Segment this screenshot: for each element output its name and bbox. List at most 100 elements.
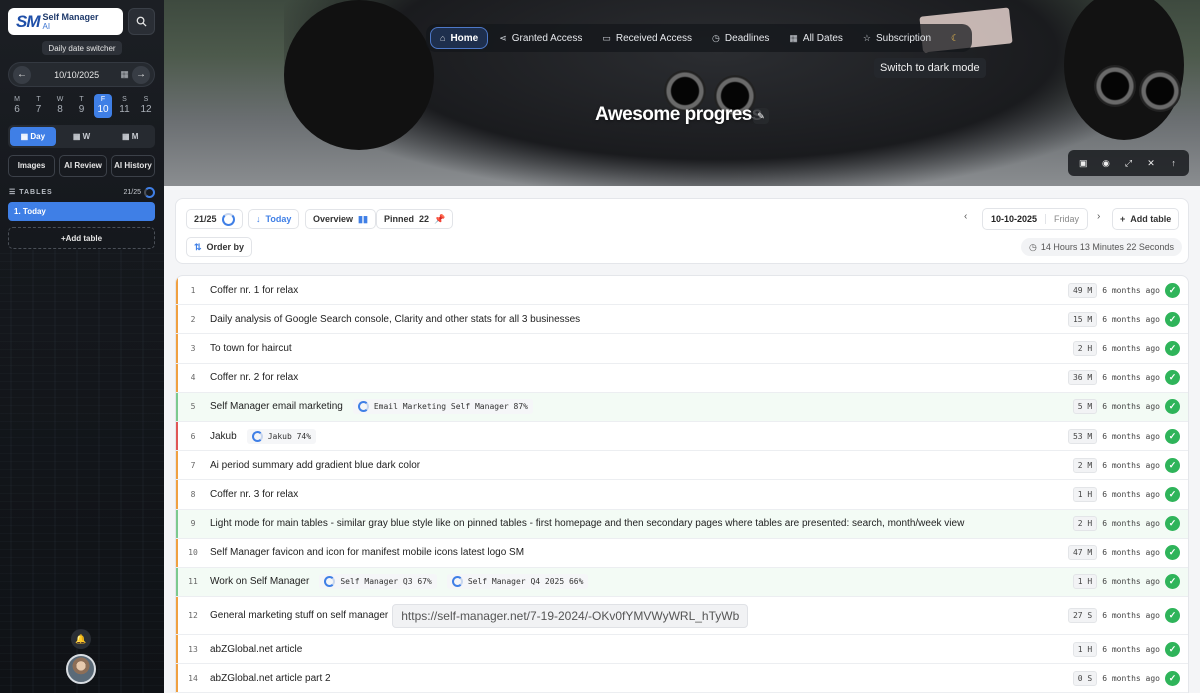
check-icon[interactable]: ✓ — [1165, 428, 1180, 444]
check-icon[interactable]: ✓ — [1165, 457, 1180, 473]
pinned-button[interactable]: Pinned 22 📌 — [376, 209, 454, 229]
table-row[interactable]: 13 abZGlobal.net article 1 H6 months ago… — [176, 635, 1188, 665]
nav-all-dates[interactable]: ▦ All Dates — [780, 27, 852, 49]
weekday-tue[interactable]: T7 — [30, 94, 48, 118]
table-row[interactable]: 10 Self Manager favicon and icon for man… — [176, 538, 1188, 568]
table-row[interactable]: 5 Self Manager email marketing Email Mar… — [176, 392, 1188, 422]
weekday-fri[interactable]: F 10 — [94, 94, 112, 118]
nav-received-access[interactable]: ▭ Received Access — [593, 27, 701, 49]
table-row[interactable]: 1 Coffer nr. 1 for relax 49 M6 months ag… — [176, 276, 1188, 306]
task-text[interactable]: Self Manager email marketing — [210, 401, 343, 412]
table-row[interactable]: 12 General marketing stuff on self manag… — [176, 597, 1188, 636]
check-icon[interactable]: ✓ — [1165, 545, 1180, 561]
check-icon[interactable]: ✓ — [1165, 608, 1180, 624]
add-table-sidebar-button[interactable]: +Add table — [8, 227, 155, 249]
table-row[interactable]: 8 Coffer nr. 3 for relax 1 H6 months ago… — [176, 480, 1188, 510]
table-row[interactable]: 14 abZGlobal.net article part 2 0 S6 mon… — [176, 664, 1188, 693]
weekday-wed[interactable]: W8 — [51, 94, 69, 118]
task-text[interactable]: abZGlobal.net article — [210, 644, 302, 655]
table-row[interactable]: 7 Ai period summary add gradient blue da… — [176, 451, 1188, 481]
task-text[interactable]: To town for haircut — [210, 343, 292, 354]
prev-date-button[interactable]: ‹ — [964, 211, 967, 222]
sort-icon: ⇅ — [194, 241, 202, 252]
image-icon[interactable]: ▣ — [1075, 158, 1091, 169]
exhaust-pipe — [1139, 70, 1181, 112]
today-button[interactable]: ↓ Today — [248, 209, 300, 229]
add-table-button[interactable]: + Add table — [1112, 208, 1180, 230]
task-text[interactable]: Self Manager favicon and icon for manife… — [210, 547, 524, 558]
table-row[interactable]: 4 Coffer nr. 2 for relax 36 M6 months ag… — [176, 363, 1188, 393]
nav-home[interactable]: ⌂ Home — [430, 27, 489, 49]
goal-tag[interactable]: Email Marketing Self Manager 87% — [352, 399, 533, 415]
weekday-sun[interactable]: S 12 — [137, 94, 155, 118]
next-day-button[interactable]: → — [131, 65, 150, 84]
task-count-pill[interactable]: 21/25 — [186, 209, 243, 229]
next-date-button[interactable]: › — [1097, 211, 1100, 222]
goal-tag[interactable]: Self Manager Q3 67% — [319, 574, 437, 590]
view-week-button[interactable]: ▦ W — [59, 127, 105, 146]
nav-deadlines[interactable]: ◷ Deadlines — [703, 27, 778, 49]
search-button[interactable] — [128, 8, 155, 35]
calendar-icon: ▦ — [72, 132, 83, 141]
table-row[interactable]: 3 To town for haircut 2 H6 months ago ✓ — [176, 334, 1188, 364]
moon-icon: ☾ — [951, 32, 960, 43]
task-text[interactable]: Coffer nr. 1 for relax — [210, 285, 298, 296]
task-text[interactable]: Coffer nr. 2 for relax — [210, 372, 298, 383]
task-text[interactable]: Work on Self Manager — [210, 576, 309, 587]
table-row[interactable]: 2 Daily analysis of Google Search consol… — [176, 305, 1188, 335]
ai-history-button[interactable]: AI History — [111, 155, 155, 177]
table-row[interactable]: 9 Light mode for main tables - similar g… — [176, 509, 1188, 539]
check-icon[interactable]: ✓ — [1165, 370, 1180, 386]
check-icon[interactable]: ✓ — [1165, 486, 1180, 502]
check-icon[interactable]: ✓ — [1165, 282, 1180, 298]
task-time-ago: 6 months ago — [1102, 519, 1160, 529]
task-text[interactable]: Daily analysis of Google Search console,… — [210, 314, 580, 325]
task-text[interactable]: Ai period summary add gradient blue dark… — [210, 460, 420, 471]
task-text[interactable]: abZGlobal.net article part 2 — [210, 673, 331, 684]
bell-icon[interactable]: 🔔 — [71, 629, 91, 649]
task-text[interactable]: General marketing stuff on self manager — [210, 610, 388, 621]
images-button[interactable]: Images — [8, 155, 55, 177]
order-by-button[interactable]: ⇅ Order by — [186, 237, 253, 257]
table-row[interactable]: 11 Work on Self Manager Self Manager Q3 … — [176, 567, 1188, 598]
arrow-up-icon[interactable]: ↑ — [1166, 158, 1182, 168]
check-icon[interactable]: ✓ — [1165, 670, 1180, 686]
task-text[interactable]: Coffer nr. 3 for relax — [210, 489, 298, 500]
nav-granted-access[interactable]: ⋖ Granted Access — [490, 27, 591, 49]
current-date[interactable]: 10/10/2025 — [54, 70, 99, 80]
prev-day-button[interactable]: ← — [13, 65, 31, 84]
app-logo[interactable]: SM Self Manager AI — [8, 8, 123, 35]
week-strip: M6 T7 W8 T9 F 10 S 11 S 12 — [8, 94, 155, 118]
link-preview[interactable]: https://self-manager.net/7-19-2024/-OKv0… — [392, 603, 749, 628]
view-day-button[interactable]: ▦ Day — [10, 127, 56, 146]
check-icon[interactable]: ✓ — [1165, 340, 1180, 356]
weekday-mon[interactable]: M6 — [8, 94, 26, 118]
task-duration: 0 S — [1072, 670, 1098, 686]
view-month-button[interactable]: ▦ M — [107, 127, 153, 146]
task-duration: 47 M — [1067, 545, 1098, 561]
check-icon[interactable]: ✓ — [1165, 399, 1180, 415]
goal-tag[interactable]: Jakub 74% — [246, 428, 317, 444]
overview-button[interactable]: Overview ▮▮ — [305, 209, 376, 229]
goal-tag[interactable]: Self Manager Q4 2025 66% — [446, 574, 589, 590]
check-icon[interactable]: ✓ — [1165, 574, 1180, 590]
date-display[interactable]: 10-10-2025 Friday — [982, 208, 1089, 230]
table-row[interactable]: 6 Jakub Jakub 74% 53 M6 months ago ✓ — [176, 421, 1188, 452]
weekday-sat[interactable]: S 11 — [116, 94, 134, 118]
calendar-icon[interactable]: ▦ — [120, 69, 129, 80]
check-icon[interactable]: ✓ — [1165, 516, 1180, 532]
table-item-today[interactable]: 1. Today — [8, 202, 155, 221]
close-icon[interactable]: ✕ — [1143, 158, 1159, 169]
ai-review-button[interactable]: AI Review — [59, 155, 107, 177]
edit-title-button[interactable]: ✎ — [753, 108, 769, 124]
check-icon[interactable]: ✓ — [1165, 641, 1180, 657]
dark-mode-toggle[interactable]: ☾ — [942, 27, 968, 49]
fullscreen-icon[interactable]: ⤢ — [1120, 158, 1136, 169]
nav-subscription[interactable]: ☆ Subscription — [854, 27, 940, 49]
check-icon[interactable]: ✓ — [1165, 311, 1180, 327]
task-text[interactable]: Jakub — [210, 431, 237, 442]
weekday-thu[interactable]: T9 — [73, 94, 91, 118]
task-text[interactable]: Light mode for main tables - similar gra… — [210, 518, 964, 529]
avatar[interactable] — [66, 654, 96, 684]
eye-icon[interactable]: ◉ — [1098, 158, 1114, 169]
